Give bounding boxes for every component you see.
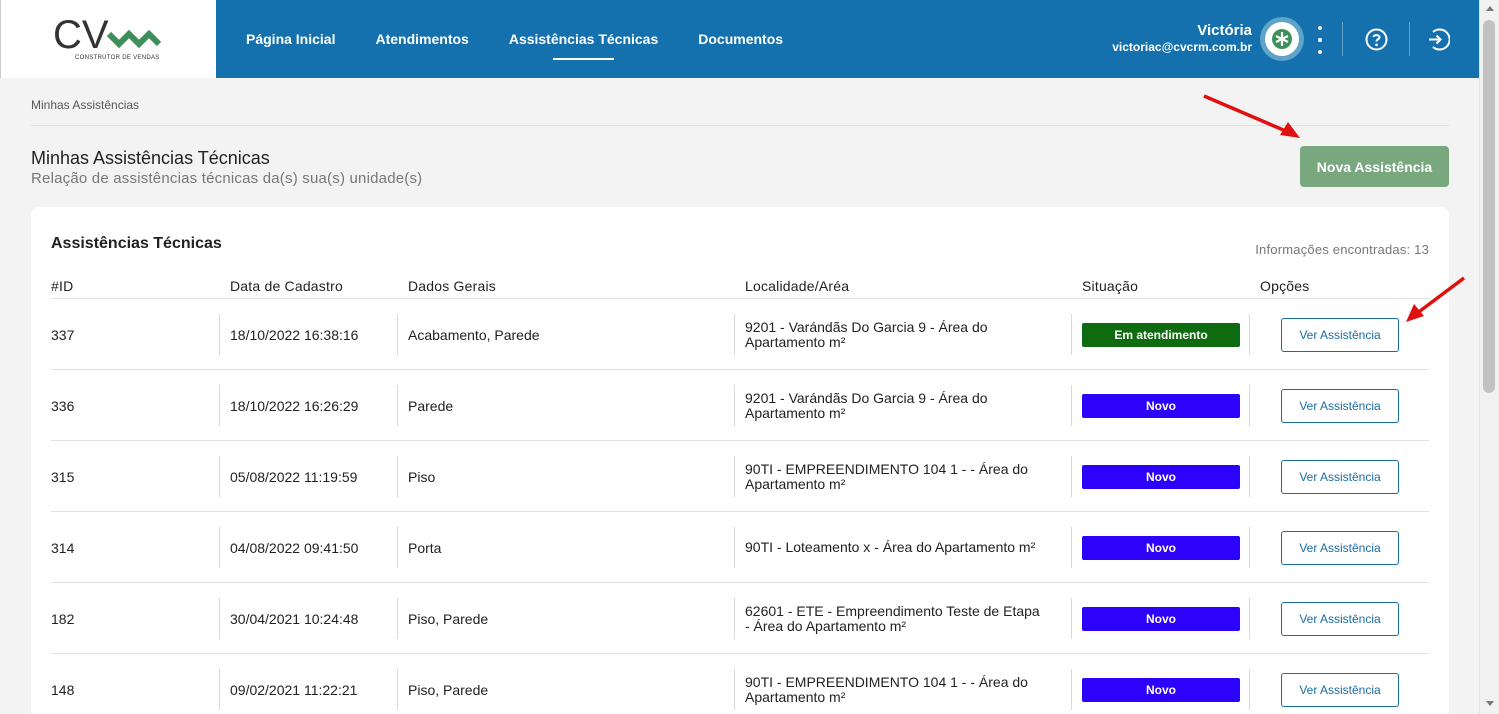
row-id: 148 xyxy=(51,681,75,698)
col-id: #ID xyxy=(51,278,74,294)
status-badge: Novo xyxy=(1082,393,1240,418)
row-date: 05/08/2022 11:19:59 xyxy=(219,456,357,497)
nav-atendimentos[interactable]: Atendimentos xyxy=(375,0,468,78)
annotation-arrow-icon xyxy=(1406,276,1466,322)
avatar[interactable] xyxy=(1260,17,1304,61)
col-general: Dados Gerais xyxy=(408,278,496,294)
nav-documentos[interactable]: Documentos xyxy=(698,0,783,78)
col-status: Situação xyxy=(1082,278,1139,294)
scroll-up-icon[interactable] xyxy=(1486,6,1494,11)
row-general: Parede xyxy=(397,385,453,426)
logo-subtitle: CONSTRUTOR DE VENDAS xyxy=(75,55,160,61)
divider xyxy=(1342,22,1343,56)
user-name: Victória xyxy=(1197,22,1252,39)
cv-logo-icon: CV xyxy=(53,14,162,56)
col-location: Localidade/Aréa xyxy=(745,278,850,294)
row-date: 04/08/2022 09:41:50 xyxy=(219,527,358,568)
avatar-icon xyxy=(1272,29,1292,49)
scroll-down-icon[interactable] xyxy=(1486,701,1494,706)
row-date: 18/10/2022 16:26:29 xyxy=(219,385,358,426)
breadcrumb[interactable]: Minhas Assistências xyxy=(31,98,139,112)
results-count: Informações encontradas: 13 xyxy=(1255,242,1429,257)
table-row: 148 09/02/2021 11:22:21 Piso, Parede 90T… xyxy=(51,654,1429,714)
status-badge: Novo xyxy=(1082,464,1240,489)
table-row: 336 18/10/2022 16:26:29 Parede 9201 - Va… xyxy=(51,370,1429,441)
row-id: 182 xyxy=(51,610,75,627)
row-location: 9201 - Varándãs Do Garcia 9 - Área do Ap… xyxy=(734,314,1044,355)
ver-assistencia-button[interactable]: Ver Assistência xyxy=(1281,530,1399,565)
main-nav: Página Inicial Atendimentos Assistências… xyxy=(246,0,823,78)
more-options-icon[interactable] xyxy=(1312,26,1328,54)
nav-assistencias-tecnicas[interactable]: Assistências Técnicas xyxy=(509,0,658,78)
assistencias-card: Assistências Técnicas Informações encont… xyxy=(31,207,1449,714)
status-badge: Em atendimento xyxy=(1082,322,1240,347)
page-title: Minhas Assistências Técnicas xyxy=(31,148,270,168)
table-row: 337 18/10/2022 16:38:16 Acabamento, Pare… xyxy=(51,299,1429,370)
row-general: Piso, Parede xyxy=(397,598,488,639)
row-location: 90TI - Loteamento x - Área do Apartament… xyxy=(734,527,1064,568)
ver-assistencia-button[interactable]: Ver Assistência xyxy=(1281,672,1399,707)
nova-assistencia-button[interactable]: Nova Assistência xyxy=(1300,146,1449,187)
row-location: 90TI - EMPREENDIMENTO 104 1 - - Área do … xyxy=(734,456,1044,497)
top-navbar: CV CONSTRUTOR DE VENDAS Página Inicial A… xyxy=(0,0,1479,78)
row-location: 62601 - ETE - Empreendimento Teste de Et… xyxy=(734,598,1044,639)
scrollbar[interactable] xyxy=(1479,0,1499,714)
card-title: Assistências Técnicas xyxy=(51,235,222,252)
help-icon[interactable] xyxy=(1365,28,1388,51)
row-general: Piso, Parede xyxy=(397,669,488,710)
status-badge: Novo xyxy=(1082,606,1240,631)
col-options: Opções xyxy=(1260,278,1310,294)
row-general: Acabamento, Parede xyxy=(397,314,540,355)
table-row: 315 05/08/2022 11:19:59 Piso 90TI - EMPR… xyxy=(51,441,1429,512)
row-id: 314 xyxy=(51,539,75,556)
ver-assistencia-button[interactable]: Ver Assistência xyxy=(1281,459,1399,494)
user-email: victoriac@cvcrm.com.br xyxy=(1112,40,1252,54)
table-row: 182 30/04/2021 10:24:48 Piso, Parede 626… xyxy=(51,583,1429,654)
page-subtitle: Relação de assistências técnicas da(s) s… xyxy=(31,170,423,187)
logout-icon[interactable] xyxy=(1427,28,1450,51)
ver-assistencia-button[interactable]: Ver Assistência xyxy=(1281,317,1399,352)
row-location: 90TI - EMPREENDIMENTO 104 1 - - Área do … xyxy=(734,669,1044,710)
row-id: 336 xyxy=(51,397,75,414)
ver-assistencia-button[interactable]: Ver Assistência xyxy=(1281,388,1399,423)
logo[interactable]: CV CONSTRUTOR DE VENDAS xyxy=(0,0,216,78)
status-badge: Novo xyxy=(1082,535,1240,560)
table-row: 314 04/08/2022 09:41:50 Porta 90TI - Lot… xyxy=(51,512,1429,583)
status-badge: Novo xyxy=(1082,677,1240,702)
table-header: #ID Data de Cadastro Dados Gerais Locali… xyxy=(51,278,1429,299)
scroll-thumb[interactable] xyxy=(1483,20,1495,393)
row-date: 18/10/2022 16:38:16 xyxy=(219,314,358,355)
row-date: 09/02/2021 11:22:21 xyxy=(219,669,357,710)
row-id: 315 xyxy=(51,468,75,485)
col-date: Data de Cadastro xyxy=(230,278,343,294)
ver-assistencia-button[interactable]: Ver Assistência xyxy=(1281,601,1399,636)
row-date: 30/04/2021 10:24:48 xyxy=(219,598,358,639)
logo-text: CV xyxy=(53,14,109,56)
divider xyxy=(1409,22,1410,56)
row-location: 9201 - Varándãs Do Garcia 9 - Área do Ap… xyxy=(734,385,1044,426)
row-id: 337 xyxy=(51,326,75,343)
nav-pagina-inicial[interactable]: Página Inicial xyxy=(246,0,335,78)
annotation-arrow-icon xyxy=(1203,94,1300,138)
row-general: Piso xyxy=(397,456,435,497)
row-general: Porta xyxy=(397,527,441,568)
